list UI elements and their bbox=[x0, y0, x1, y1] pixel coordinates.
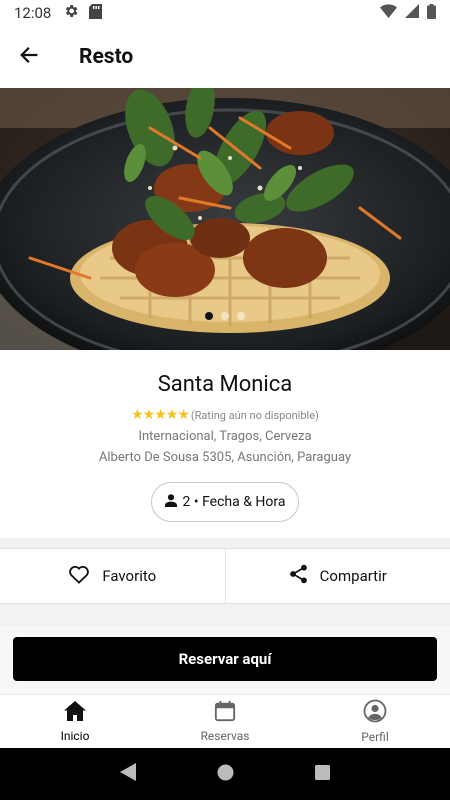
signal-icon bbox=[405, 4, 419, 22]
restaurant-info: Santa Monica ★★★★★ (Rating aún no dispon… bbox=[0, 350, 450, 538]
person-icon bbox=[164, 493, 177, 511]
restaurant-address: Alberto De Sousa 5305, Asunción, Paragua… bbox=[98, 450, 352, 465]
nav-label-inicio: Inicio bbox=[60, 729, 90, 743]
nav-label-reservas: Reservas bbox=[200, 729, 250, 743]
system-navigation-bar bbox=[0, 748, 450, 800]
party-date-time-label: 2 • Fecha & Hora bbox=[182, 494, 286, 510]
calendar-icon bbox=[214, 700, 236, 725]
star-rating-icon: ★★★★★ bbox=[131, 407, 190, 423]
profile-icon bbox=[363, 699, 387, 726]
section-divider bbox=[0, 538, 450, 548]
battery-icon bbox=[427, 3, 436, 23]
rating-row: ★★★★★ (Rating aún no disponible) bbox=[0, 407, 450, 423]
rating-text: (Rating aún no disponible) bbox=[190, 408, 319, 422]
favorite-button[interactable]: Favorito bbox=[0, 549, 225, 603]
restaurant-categories: Internacional, Tragos, Cerveza bbox=[138, 429, 312, 444]
app-bar: Resto bbox=[0, 26, 450, 88]
nav-item-inicio[interactable]: Inicio bbox=[0, 695, 150, 748]
home-circle-icon[interactable] bbox=[217, 764, 234, 785]
carousel-dot[interactable] bbox=[237, 312, 245, 320]
carousel-indicator bbox=[0, 312, 450, 320]
action-bar: Favorito Compartir bbox=[0, 548, 450, 604]
hero-image-carousel[interactable] bbox=[0, 88, 450, 350]
bottom-navigation: Inicio Reservas Perfil bbox=[0, 694, 450, 748]
reserve-button[interactable]: Reservar aquí bbox=[13, 637, 437, 681]
back-triangle-icon[interactable] bbox=[120, 763, 137, 785]
carousel-dot[interactable] bbox=[205, 312, 213, 320]
share-button[interactable]: Compartir bbox=[224, 549, 450, 603]
gear-icon bbox=[63, 3, 79, 23]
share-icon bbox=[289, 564, 308, 588]
home-icon bbox=[63, 700, 87, 725]
restaurant-name: Santa Monica bbox=[157, 372, 293, 397]
back-button[interactable] bbox=[1, 29, 57, 85]
food-photo bbox=[0, 88, 450, 350]
page-title: Resto bbox=[79, 45, 134, 69]
heart-icon bbox=[68, 564, 90, 588]
nav-label-perfil: Perfil bbox=[361, 730, 389, 744]
carousel-dot[interactable] bbox=[221, 312, 229, 320]
share-label: Compartir bbox=[319, 567, 387, 585]
arrow-left-icon bbox=[18, 44, 40, 70]
section-divider bbox=[0, 604, 450, 626]
sd-card-icon bbox=[89, 3, 103, 23]
favorite-label: Favorito bbox=[102, 567, 157, 585]
status-bar: 12:08 bbox=[0, 0, 450, 26]
recents-square-icon[interactable] bbox=[314, 764, 330, 784]
reserve-area: Reservar aquí bbox=[0, 626, 450, 694]
nav-item-reservas[interactable]: Reservas bbox=[150, 695, 300, 748]
wifi-icon bbox=[380, 4, 397, 22]
party-date-time-button[interactable]: 2 • Fecha & Hora bbox=[150, 482, 300, 522]
nav-item-perfil[interactable]: Perfil bbox=[300, 695, 450, 748]
status-time: 12:08 bbox=[14, 4, 52, 22]
